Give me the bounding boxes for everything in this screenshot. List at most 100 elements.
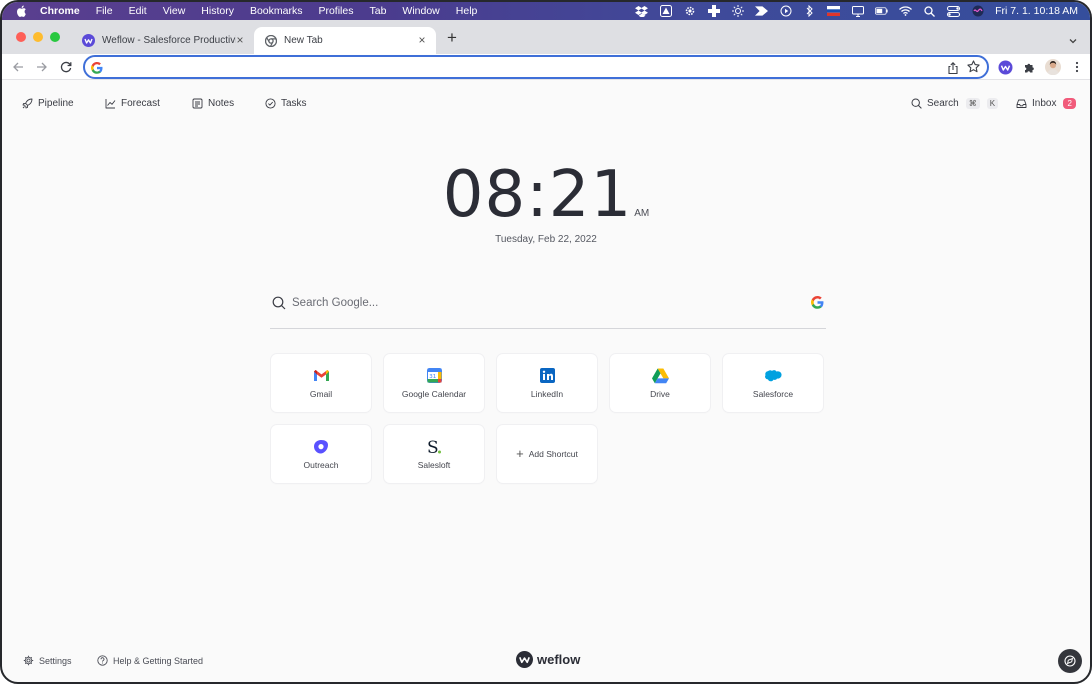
menu-edit[interactable]: Edit xyxy=(129,5,147,17)
search-icon xyxy=(272,296,286,310)
menu-chrome[interactable]: Chrome xyxy=(40,5,80,17)
shortcut-salesforce[interactable]: Salesforce xyxy=(723,354,823,412)
forward-icon[interactable] xyxy=(35,60,49,74)
tab-strip: Weflow - Salesforce Productivity × New T… xyxy=(2,20,1090,54)
menu-window[interactable]: Window xyxy=(402,5,439,17)
flag-icon[interactable] xyxy=(827,5,841,17)
cross-status-icon[interactable] xyxy=(707,5,720,17)
rocket-icon xyxy=(22,98,33,109)
minimize-window-button[interactable] xyxy=(33,32,43,42)
tab-title: Weflow - Salesforce Productivity xyxy=(102,35,236,46)
zoom-window-button[interactable] xyxy=(50,32,60,42)
chevron-down-icon[interactable] xyxy=(1068,33,1078,44)
linkedin-icon xyxy=(539,367,556,384)
clock-date: Tuesday, Feb 22, 2022 xyxy=(495,234,597,245)
tab-title: New Tab xyxy=(284,35,323,46)
menu-tab[interactable]: Tab xyxy=(369,5,386,17)
google-icon xyxy=(811,296,824,309)
profile-avatar-icon[interactable] xyxy=(1045,59,1061,75)
browser-window: Chrome File Edit View History Bookmarks … xyxy=(0,0,1092,684)
shortcut-gmail[interactable]: Gmail xyxy=(271,354,371,412)
bluetooth-icon[interactable] xyxy=(803,5,816,17)
close-tab-icon[interactable]: × xyxy=(417,34,427,46)
menu-bookmarks[interactable]: Bookmarks xyxy=(250,5,303,17)
help-icon xyxy=(97,655,108,666)
arrow-status-icon[interactable] xyxy=(755,5,769,17)
inbox-button[interactable]: Inbox 2 xyxy=(1016,98,1076,109)
inbox-icon xyxy=(1016,99,1027,108)
shortcut-label: Gmail xyxy=(309,389,333,399)
wifi-icon[interactable] xyxy=(899,5,913,17)
check-circle-icon xyxy=(265,98,276,109)
shortcut-label: Salesforce xyxy=(752,389,794,399)
nav-forecast[interactable]: Forecast xyxy=(105,98,160,109)
display-icon[interactable] xyxy=(851,5,864,17)
nav-notes[interactable]: Notes xyxy=(192,98,234,109)
battery-icon[interactable] xyxy=(875,5,888,17)
nav-tasks[interactable]: Tasks xyxy=(265,98,307,109)
share-icon[interactable] xyxy=(947,61,959,75)
weflow-extension-icon[interactable] xyxy=(997,59,1013,75)
weflow-logo-icon xyxy=(516,651,533,668)
tab-new-tab[interactable]: New Tab × xyxy=(254,27,436,54)
shortcut-linkedin[interactable]: LinkedIn xyxy=(497,354,597,412)
brightness-icon[interactable] xyxy=(731,5,744,17)
drive-icon xyxy=(651,367,669,384)
close-window-button[interactable] xyxy=(16,32,26,42)
menu-profiles[interactable]: Profiles xyxy=(318,5,353,17)
search-button[interactable]: Search ⌘ K xyxy=(911,98,999,109)
menu-help[interactable]: Help xyxy=(456,5,478,17)
address-bar[interactable] xyxy=(83,55,989,79)
menu-file[interactable]: File xyxy=(96,5,113,17)
shortcut-salesloft[interactable]: S Salesloft xyxy=(384,425,484,483)
tab-weflow[interactable]: Weflow - Salesforce Productivity × xyxy=(72,27,254,54)
search-icon xyxy=(911,98,922,109)
google-icon xyxy=(91,61,103,74)
shortcut-drive[interactable]: Drive xyxy=(610,354,710,412)
kbd-cmd: ⌘ xyxy=(965,98,980,109)
shortcut-label: Salesloft xyxy=(417,460,451,470)
weflow-nav: Pipeline Forecast Notes Tasks Search ⌘ K … xyxy=(2,81,1090,129)
settings-link[interactable]: Settings xyxy=(23,655,72,666)
shortcut-label: Google Calendar xyxy=(401,389,467,399)
google-search-input[interactable] xyxy=(292,294,792,312)
drive-status-icon[interactable] xyxy=(659,5,672,17)
google-search-bar[interactable] xyxy=(270,288,826,329)
spotlight-icon[interactable] xyxy=(923,5,936,17)
weflow-icon xyxy=(82,34,95,47)
gear-icon xyxy=(23,655,34,666)
menubar-status-area: Fri 7. 1. 10:18 AM xyxy=(635,2,1078,20)
shortcut-google-calendar[interactable]: 31 Google Calendar xyxy=(384,354,484,412)
control-center-icon[interactable] xyxy=(947,5,961,17)
close-tab-icon[interactable]: × xyxy=(235,34,245,46)
add-shortcut-button[interactable]: + Add Shortcut xyxy=(497,425,597,483)
menu-view[interactable]: View xyxy=(163,5,186,17)
puzzle-extensions-icon[interactable] xyxy=(1021,59,1037,75)
reload-icon[interactable] xyxy=(59,60,73,74)
address-input[interactable] xyxy=(109,59,929,75)
plus-icon: + xyxy=(516,446,524,461)
help-link[interactable]: Help & Getting Started xyxy=(97,655,203,666)
apple-icon[interactable] xyxy=(16,5,28,17)
more-menu-icon[interactable] xyxy=(1069,59,1085,75)
siri-icon[interactable] xyxy=(971,5,984,17)
window-controls xyxy=(16,32,60,42)
salesforce-icon xyxy=(764,367,782,384)
compass-icon xyxy=(1064,655,1076,667)
shortcut-label: Outreach xyxy=(303,460,339,470)
shortcut-label: Add Shortcut xyxy=(528,449,578,459)
shortcut-outreach[interactable]: Outreach xyxy=(271,425,371,483)
back-icon[interactable] xyxy=(11,60,25,74)
nav-pipeline[interactable]: Pipeline xyxy=(22,98,74,109)
svg-text:31: 31 xyxy=(429,374,436,380)
dropbox-icon[interactable] xyxy=(635,5,649,17)
bookmark-star-icon[interactable] xyxy=(967,60,980,73)
play-status-icon[interactable] xyxy=(779,5,792,17)
menubar-clock[interactable]: Fri 7. 1. 10:18 AM xyxy=(995,5,1078,17)
gear-status-icon[interactable] xyxy=(683,5,696,17)
outreach-icon xyxy=(313,438,330,455)
clock-ampm: AM xyxy=(634,208,650,219)
new-tab-button[interactable]: + xyxy=(445,29,459,46)
menu-history[interactable]: History xyxy=(201,5,234,17)
compose-button[interactable] xyxy=(1058,649,1082,673)
